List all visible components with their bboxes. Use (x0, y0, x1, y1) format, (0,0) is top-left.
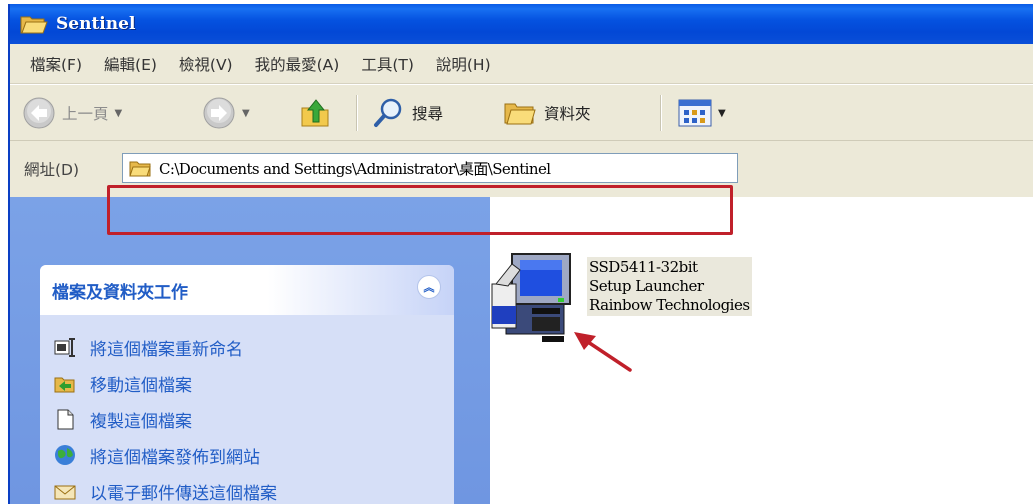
task-panel-header[interactable]: 檔案及資料夾工作 ︽ (40, 265, 454, 315)
address-label: 網址(D) (24, 161, 80, 179)
back-dropdown-icon[interactable]: ▼ (115, 108, 123, 119)
menu-file[interactable]: 檔案(F) (30, 53, 82, 75)
views-button[interactable]: ▼ (678, 95, 726, 131)
file-company: Rainbow Technologies (589, 296, 750, 314)
up-folder-button[interactable] (300, 95, 332, 131)
views-dropdown-icon[interactable]: ▼ (718, 108, 726, 119)
menu-favorites[interactable]: 我的最愛(A) (255, 53, 340, 75)
up-folder-icon (301, 99, 329, 127)
forward-dropdown-icon[interactable]: ▼ (242, 108, 250, 119)
address-path: C:\Documents and Settings\Administrator\… (159, 159, 551, 178)
folders-label: 資料夾 (544, 105, 591, 123)
back-button[interactable]: 上一頁 ▼ (22, 95, 122, 131)
menu-help[interactable]: 說明(H) (436, 53, 491, 75)
menu-bar: 檔案(F) 編輯(E) 檢視(V) 我的最愛(A) 工具(T) 說明(H) (10, 44, 1033, 84)
back-arrow-icon (23, 97, 55, 129)
move-icon (54, 377, 75, 393)
task-copy[interactable]: 複製這個檔案 (54, 404, 192, 434)
task-move[interactable]: 移動這個檔案 (54, 368, 192, 398)
toolbar: 上一頁 ▼ ▼ 搜尋 資料夾 ▼ (10, 85, 1033, 141)
menu-edit[interactable]: 編輯(E) (104, 53, 157, 75)
email-icon (54, 485, 76, 500)
file-description: Setup Launcher (589, 277, 704, 295)
search-label: 搜尋 (412, 105, 444, 123)
menu-tools[interactable]: 工具(T) (361, 53, 414, 75)
rename-icon (54, 338, 75, 357)
forward-button[interactable]: ▼ (202, 95, 250, 131)
search-button[interactable]: 搜尋 (372, 95, 443, 131)
task-label: 將這個檔案發佈到網站 (90, 447, 260, 468)
task-publish[interactable]: 將這個檔案發佈到網站 (54, 440, 260, 470)
setup-launcher-icon (491, 253, 571, 342)
folder-open-icon (20, 16, 48, 34)
menu-view[interactable]: 檢視(V) (179, 53, 233, 75)
task-label: 將這個檔案重新命名 (90, 339, 243, 360)
task-email[interactable]: 以電子郵件傳送這個檔案 (54, 476, 277, 504)
task-label: 移動這個檔案 (90, 375, 192, 396)
address-highlight-box (107, 185, 733, 235)
views-icon (678, 99, 712, 127)
window-title: Sentinel (56, 14, 136, 34)
task-panel-title: 檔案及資料夾工作 (52, 283, 188, 303)
address-input[interactable]: C:\Documents and Settings\Administrator\… (122, 153, 738, 183)
file-item-setup-launcher[interactable]: SSD5411-32bit Setup Launcher Rainbow Tec… (491, 250, 815, 350)
folder-icon (129, 161, 151, 177)
back-label: 上一頁 (62, 105, 109, 123)
red-pointer-arrow (574, 332, 632, 372)
collapse-chevron-icon[interactable]: ︽ (417, 275, 441, 299)
task-rename[interactable]: 將這個檔案重新命名 (54, 332, 243, 362)
file-details: SSD5411-32bit Setup Launcher Rainbow Tec… (587, 257, 752, 316)
publish-web-icon (55, 445, 75, 465)
copy-icon (57, 409, 74, 430)
file-folder-tasks-panel: 檔案及資料夾工作 ︽ 將這個檔案重新命名 移動這個檔案 複製這個檔案 將這個檔案… (40, 265, 454, 504)
task-label: 以電子郵件傳送這個檔案 (90, 483, 277, 504)
folders-icon (504, 103, 536, 125)
file-name: SSD5411-32bit (589, 258, 698, 276)
search-icon (374, 98, 402, 127)
task-pane: 檔案及資料夾工作 ︽ 將這個檔案重新命名 移動這個檔案 複製這個檔案 將這個檔案… (10, 197, 490, 504)
task-label: 複製這個檔案 (90, 411, 192, 432)
title-bar[interactable]: Sentinel (10, 4, 1033, 44)
folders-button[interactable]: 資料夾 (502, 95, 591, 131)
forward-arrow-icon (203, 97, 235, 129)
